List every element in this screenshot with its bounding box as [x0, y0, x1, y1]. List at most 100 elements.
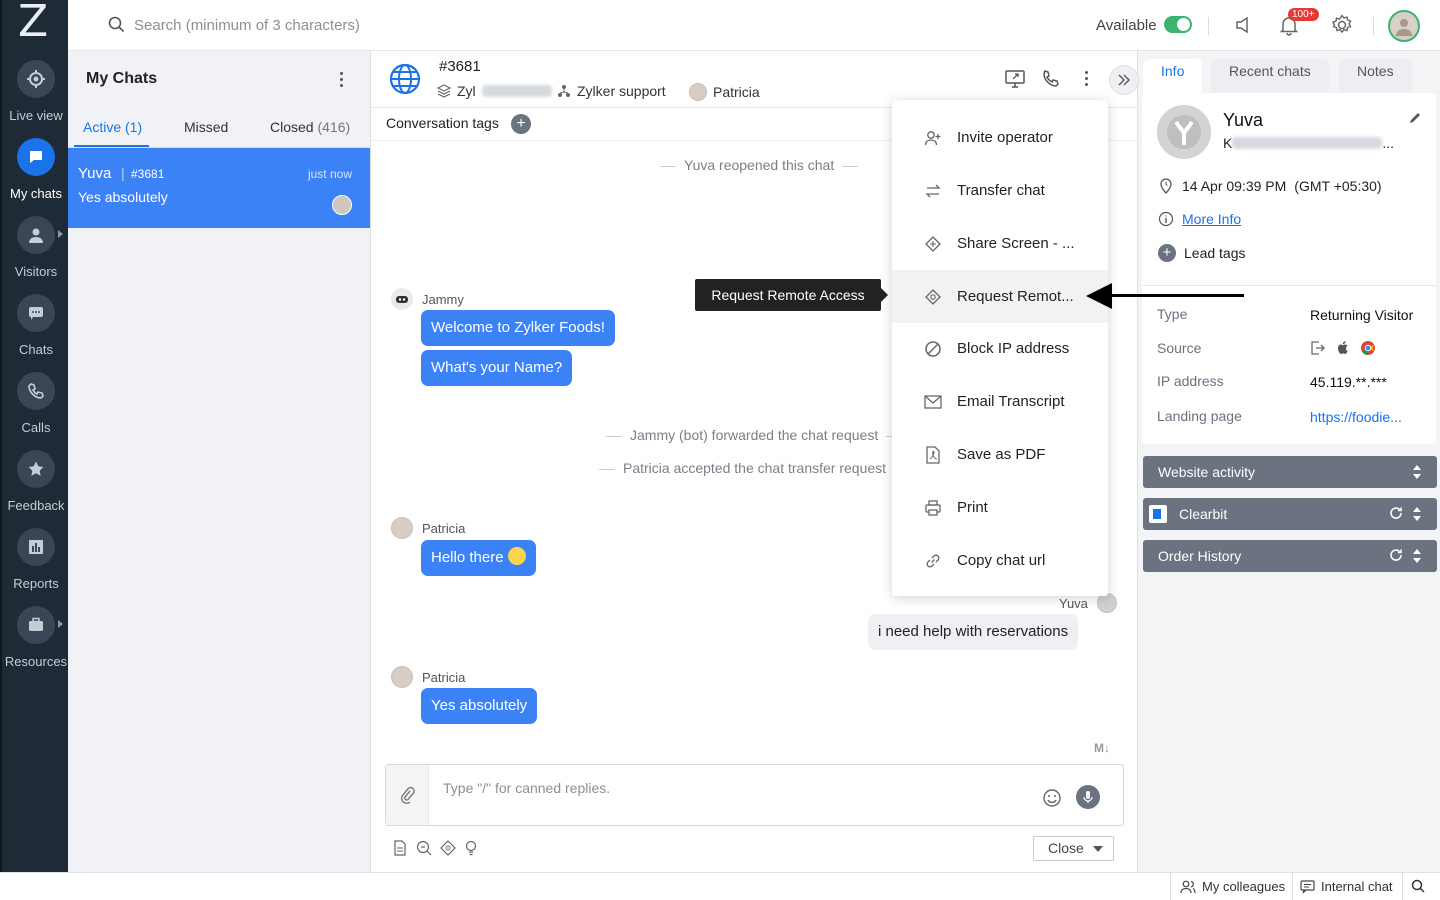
availability-toggle[interactable]: [1164, 16, 1192, 33]
nav-reports[interactable]: Reports: [2, 528, 70, 591]
person-icon: [17, 216, 63, 254]
section-label: Website activity: [1158, 464, 1255, 480]
collapse-panel-button[interactable]: [1109, 65, 1139, 95]
menu-item-transfer-chat[interactable]: Transfer chat: [892, 164, 1108, 217]
lead-tags-row[interactable]: + Lead tags: [1158, 244, 1246, 262]
search-icon: [108, 16, 125, 33]
menu-item-save-pdf[interactable]: Save as PDF: [892, 428, 1108, 481]
department-info: Zylker support: [557, 83, 666, 99]
bottom-search-button[interactable]: [1411, 879, 1425, 893]
sender-name: Patricia: [422, 520, 466, 536]
chat-list-panel: My Chats Active (1) Missed Closed (416) …: [68, 51, 371, 872]
print-icon: [925, 499, 941, 516]
more-options-icon[interactable]: [1085, 71, 1089, 89]
menu-item-label: Block IP address: [957, 340, 1070, 357]
double-chevron-right-icon: [1118, 74, 1130, 86]
tab-recent-chats[interactable]: Recent chats: [1211, 59, 1329, 93]
globe-icon: [389, 63, 421, 95]
divider: [1142, 285, 1436, 286]
microphone-button[interactable]: [1076, 785, 1100, 809]
menu-item-email-transcript[interactable]: Email Transcript: [892, 375, 1108, 428]
panel-title: My Chats: [86, 70, 158, 87]
markdown-indicator[interactable]: M↓: [1094, 741, 1110, 755]
tab-closed[interactable]: Closed (416): [270, 119, 350, 135]
add-tag-button[interactable]: +: [511, 114, 531, 134]
remote-support-icon[interactable]: [440, 840, 456, 856]
menu-item-block-ip[interactable]: Block IP address: [892, 322, 1108, 375]
tab-active[interactable]: Active (1): [83, 119, 142, 135]
bulb-icon[interactable]: [465, 840, 477, 856]
screen-share-icon[interactable]: [1004, 69, 1026, 89]
department-icon: [557, 84, 571, 98]
refresh-icon[interactable]: [1389, 548, 1403, 562]
search-input[interactable]: Search (minimum of 3 characters): [134, 17, 360, 34]
local-time-row: 14 Apr 09:39 PM (GMT +05:30): [1158, 178, 1382, 194]
divider: [1208, 17, 1209, 35]
nav-calls[interactable]: Calls: [2, 372, 70, 435]
tooltip: Request Remote Access: [695, 279, 888, 311]
phone-icon[interactable]: [1041, 69, 1061, 89]
message-input[interactable]: Type "/" for canned replies.: [443, 780, 610, 796]
annotation-arrow-head: [1086, 283, 1112, 309]
colleagues-icon: [1180, 880, 1196, 893]
nav-chats[interactable]: Chats: [2, 294, 70, 357]
nav-label: Calls: [21, 420, 51, 435]
tab-label: Missed: [184, 119, 229, 135]
tab-missed[interactable]: Missed: [184, 119, 228, 135]
section-website-activity[interactable]: Website activity: [1143, 456, 1437, 488]
sender-row: Patricia: [391, 666, 465, 688]
refresh-icon[interactable]: [1389, 506, 1403, 520]
more-info-link[interactable]: More Info: [1182, 211, 1241, 227]
attach-button[interactable]: [386, 765, 429, 825]
menu-item-invite-operator[interactable]: Invite operator: [892, 111, 1108, 164]
nav-resources[interactable]: Resources: [2, 606, 70, 669]
internal-chat-button[interactable]: Internal chat: [1300, 879, 1393, 894]
user-avatar[interactable]: [1388, 10, 1420, 42]
menu-item-request-remote-access[interactable]: Request Remot...: [892, 270, 1108, 323]
nav-label: Visitors: [14, 264, 58, 279]
message-composer: Type "/" for canned replies.: [385, 764, 1124, 826]
system-message: Yuva reopened this chat: [652, 157, 866, 173]
smiley-emoji-icon: [507, 547, 526, 565]
transfer-icon: [925, 184, 941, 197]
emoji-icon[interactable]: [1042, 788, 1062, 808]
menu-item-print[interactable]: Print: [892, 481, 1108, 534]
system-message: Patricia accepted the chat transfer requ…: [591, 460, 918, 476]
tab-notes[interactable]: Notes: [1339, 59, 1412, 93]
gear-icon[interactable]: [1330, 13, 1354, 37]
search-chat-icon[interactable]: [416, 840, 432, 856]
chat-bubble-icon: [17, 138, 55, 176]
menu-item-share-screen[interactable]: Share Screen - ...: [892, 217, 1108, 270]
chat-list-item[interactable]: Yuva | #3681 just now Yes absolutely: [68, 148, 370, 228]
document-icon[interactable]: [393, 840, 407, 856]
nav-visitors[interactable]: Visitors: [2, 216, 70, 279]
operator-avatar: [689, 83, 707, 101]
landing-page-link[interactable]: https://foodie...: [1310, 409, 1402, 425]
menu-item-label: Copy chat url: [957, 552, 1046, 569]
pdf-icon: [926, 445, 940, 464]
operator-info: Patricia: [689, 83, 760, 101]
menu-item-label: Save as PDF: [957, 446, 1046, 463]
phone-icon: [17, 372, 55, 410]
nav-live-view[interactable]: Live view: [2, 60, 70, 123]
share-screen-icon: [925, 235, 941, 252]
redacted-text: [481, 85, 552, 97]
tab-info[interactable]: Info: [1143, 59, 1203, 93]
section-clearbit[interactable]: Clearbit: [1143, 498, 1437, 530]
nav-feedback[interactable]: Feedback: [2, 450, 70, 513]
top-bar: Search (minimum of 3 characters) Availab…: [68, 0, 1440, 51]
star-icon: [17, 450, 55, 488]
more-options-icon[interactable]: [340, 72, 344, 90]
speaker-icon[interactable]: [1233, 14, 1255, 36]
separator: |: [121, 165, 125, 181]
my-colleagues-button[interactable]: My colleagues: [1180, 879, 1285, 894]
menu-item-copy-chat-url[interactable]: Copy chat url: [892, 534, 1108, 587]
close-chat-button[interactable]: Close: [1033, 836, 1114, 861]
section-order-history[interactable]: Order History: [1143, 540, 1437, 572]
nav-label: Reports: [13, 576, 59, 591]
pencil-icon[interactable]: [1408, 111, 1422, 125]
clearbit-logo: [1149, 505, 1167, 523]
nav-my-chats[interactable]: My chats: [2, 138, 70, 201]
remote-access-icon: [925, 288, 941, 305]
layers-icon: [437, 84, 451, 98]
